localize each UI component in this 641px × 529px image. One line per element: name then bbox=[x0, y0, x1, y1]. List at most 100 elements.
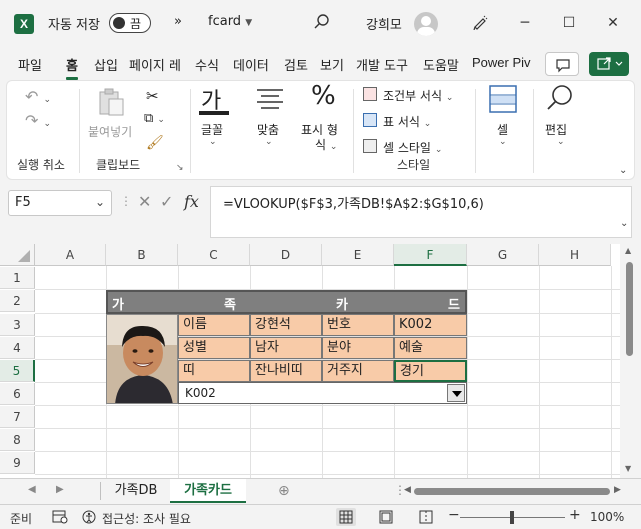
scroll-thumb[interactable] bbox=[626, 262, 633, 356]
row-header-2[interactable]: 2 bbox=[0, 290, 35, 312]
accessibility-icon[interactable] bbox=[82, 510, 96, 527]
alignment-group[interactable]: 맞춤 ⌄ bbox=[245, 81, 295, 179]
tab-review[interactable]: 검토 bbox=[284, 55, 308, 74]
comments-button[interactable] bbox=[545, 52, 579, 76]
vertical-scrollbar[interactable]: ▲ ▼ bbox=[620, 244, 641, 478]
dialog-launcher-icon[interactable]: ↘ bbox=[176, 163, 184, 173]
pen-icon[interactable] bbox=[472, 14, 488, 34]
tab-data[interactable]: 데이터 bbox=[233, 55, 269, 74]
tab-home[interactable]: 홈 bbox=[66, 55, 78, 80]
close-button[interactable]: ✕ bbox=[598, 10, 628, 36]
row-header-8[interactable]: 8 bbox=[0, 429, 35, 451]
column-header-h[interactable]: H bbox=[539, 244, 611, 266]
sheet-tab-family-db[interactable]: 가족DB bbox=[104, 479, 168, 503]
tab-page-layout[interactable]: 페이지 레 bbox=[129, 55, 181, 74]
row-header-6[interactable]: 6 bbox=[0, 383, 35, 405]
scroll-down-icon[interactable]: ▼ bbox=[625, 464, 631, 473]
tab-help[interactable]: 도움말 bbox=[423, 55, 459, 74]
quick-access-more-button[interactable]: » bbox=[174, 14, 182, 29]
page-layout-view-button[interactable] bbox=[378, 510, 394, 527]
name-box[interactable]: F5 ⌄ bbox=[8, 190, 112, 216]
number-group[interactable]: % 표시 형 식 ⌄ bbox=[299, 81, 349, 179]
field-value-residence[interactable]: 경기 bbox=[394, 360, 467, 382]
zoom-level[interactable]: 100% bbox=[590, 510, 624, 524]
sheet-tab-family-card[interactable]: 가족카드 bbox=[170, 479, 246, 503]
row-header-4[interactable]: 4 bbox=[0, 337, 35, 359]
formula-input[interactable]: =VLOOKUP($F$3,가족DB!$A$2:$G$10,6) bbox=[210, 186, 632, 238]
next-sheet-icon[interactable]: ▶ bbox=[56, 484, 64, 495]
minimize-button[interactable]: ─ bbox=[510, 10, 540, 36]
normal-view-button[interactable] bbox=[336, 508, 356, 526]
collapse-ribbon-icon[interactable]: ⌄ bbox=[619, 165, 627, 176]
search-icon[interactable] bbox=[314, 14, 330, 34]
prev-sheet-icon[interactable]: ◀ bbox=[28, 484, 36, 495]
row-header-5[interactable]: 5 bbox=[0, 360, 35, 382]
worksheet-grid[interactable]: A B C D E F G H 1 2 3 4 5 6 7 8 9 가 족 카 … bbox=[0, 244, 641, 478]
maximize-button[interactable]: ☐ bbox=[554, 10, 584, 36]
scroll-left-icon[interactable]: ◀ bbox=[404, 485, 411, 495]
copy-icon[interactable]: ⧉ ⌄ bbox=[144, 111, 165, 126]
scroll-right-icon[interactable]: ▶ bbox=[614, 485, 621, 495]
share-button[interactable] bbox=[589, 52, 629, 76]
page-break-view-button[interactable] bbox=[418, 510, 434, 527]
insert-function-button[interactable]: fx bbox=[184, 192, 199, 211]
column-header-f[interactable]: F bbox=[394, 244, 467, 266]
undo-icon[interactable]: ↶ ⌄ bbox=[25, 87, 51, 106]
editing-group[interactable]: 편집 ⌄ bbox=[537, 81, 591, 179]
enter-icon[interactable]: ✓ bbox=[160, 192, 173, 211]
format-painter-icon[interactable]: 🖌 bbox=[146, 135, 164, 151]
dropdown-arrow-icon[interactable] bbox=[447, 384, 465, 402]
field-value-zodiac[interactable]: 잔나비띠 bbox=[250, 360, 322, 382]
paste-button[interactable]: 붙여넣기 bbox=[88, 87, 134, 139]
field-label-gender[interactable]: 성별 bbox=[178, 337, 250, 359]
select-all-corner[interactable] bbox=[0, 244, 35, 266]
field-label-field[interactable]: 분야 bbox=[322, 337, 394, 359]
column-header-c[interactable]: C bbox=[178, 244, 250, 266]
scroll-up-icon[interactable]: ▲ bbox=[625, 246, 631, 255]
column-header-a[interactable]: A bbox=[35, 244, 106, 266]
expand-formula-icon[interactable]: ⌄ bbox=[620, 218, 628, 229]
field-value-number[interactable]: K002 bbox=[394, 314, 467, 336]
profile-photo[interactable] bbox=[106, 314, 178, 404]
tab-formulas[interactable]: 수식 bbox=[195, 55, 219, 74]
redo-icon[interactable]: ↷ ⌄ bbox=[25, 111, 51, 130]
accessibility-status[interactable]: 접근성: 조사 필요 bbox=[102, 510, 191, 527]
font-group[interactable]: 가 글꼴 ⌄ bbox=[191, 81, 241, 179]
cancel-icon[interactable]: ✕ bbox=[138, 192, 151, 211]
tab-view[interactable]: 보기 bbox=[320, 55, 344, 74]
column-header-e[interactable]: E bbox=[322, 244, 394, 266]
cut-icon[interactable]: ✂ bbox=[146, 87, 159, 105]
chevron-down-icon[interactable]: ⌄ bbox=[95, 195, 105, 209]
field-label-number[interactable]: 번호 bbox=[322, 314, 394, 336]
add-sheet-icon[interactable]: ⊕ bbox=[278, 483, 290, 499]
tab-power-pivot[interactable]: Power Piv bbox=[472, 55, 531, 70]
id-combo-box[interactable]: K002 bbox=[178, 382, 467, 404]
column-header-g[interactable]: G bbox=[467, 244, 539, 266]
field-label-residence[interactable]: 거주지 bbox=[322, 360, 394, 382]
avatar[interactable] bbox=[414, 12, 438, 36]
zoom-out-button[interactable]: − bbox=[448, 507, 460, 523]
field-label-zodiac[interactable]: 띠 bbox=[178, 360, 250, 382]
row-header-7[interactable]: 7 bbox=[0, 406, 35, 428]
field-label-name[interactable]: 이름 bbox=[178, 314, 250, 336]
autosave-toggle[interactable]: 끔 bbox=[109, 13, 151, 33]
user-name[interactable]: 강희모 bbox=[366, 14, 402, 33]
horizontal-scroll-thumb[interactable] bbox=[414, 488, 610, 495]
zoom-slider-knob[interactable] bbox=[510, 511, 514, 524]
tab-insert[interactable]: 삽입 bbox=[94, 55, 118, 74]
zoom-in-button[interactable]: + bbox=[569, 507, 581, 523]
field-value-field[interactable]: 예술 bbox=[394, 337, 467, 359]
field-value-gender[interactable]: 남자 bbox=[250, 337, 322, 359]
field-value-name[interactable]: 강현석 bbox=[250, 314, 322, 336]
column-header-d[interactable]: D bbox=[250, 244, 322, 266]
row-header-3[interactable]: 3 bbox=[0, 314, 35, 336]
macro-record-icon[interactable] bbox=[52, 510, 68, 527]
card-title-bar[interactable]: 가 족 카 드 bbox=[106, 290, 467, 314]
filename-button[interactable]: fcard ▼ bbox=[208, 14, 252, 29]
column-header-b[interactable]: B bbox=[106, 244, 178, 266]
row-header-1[interactable]: 1 bbox=[0, 267, 35, 289]
tab-developer[interactable]: 개발 도구 bbox=[356, 55, 408, 74]
tab-file[interactable]: 파일 bbox=[18, 55, 42, 74]
row-header-9[interactable]: 9 bbox=[0, 452, 35, 474]
cells-group[interactable]: 셀 ⌄ bbox=[479, 81, 531, 179]
